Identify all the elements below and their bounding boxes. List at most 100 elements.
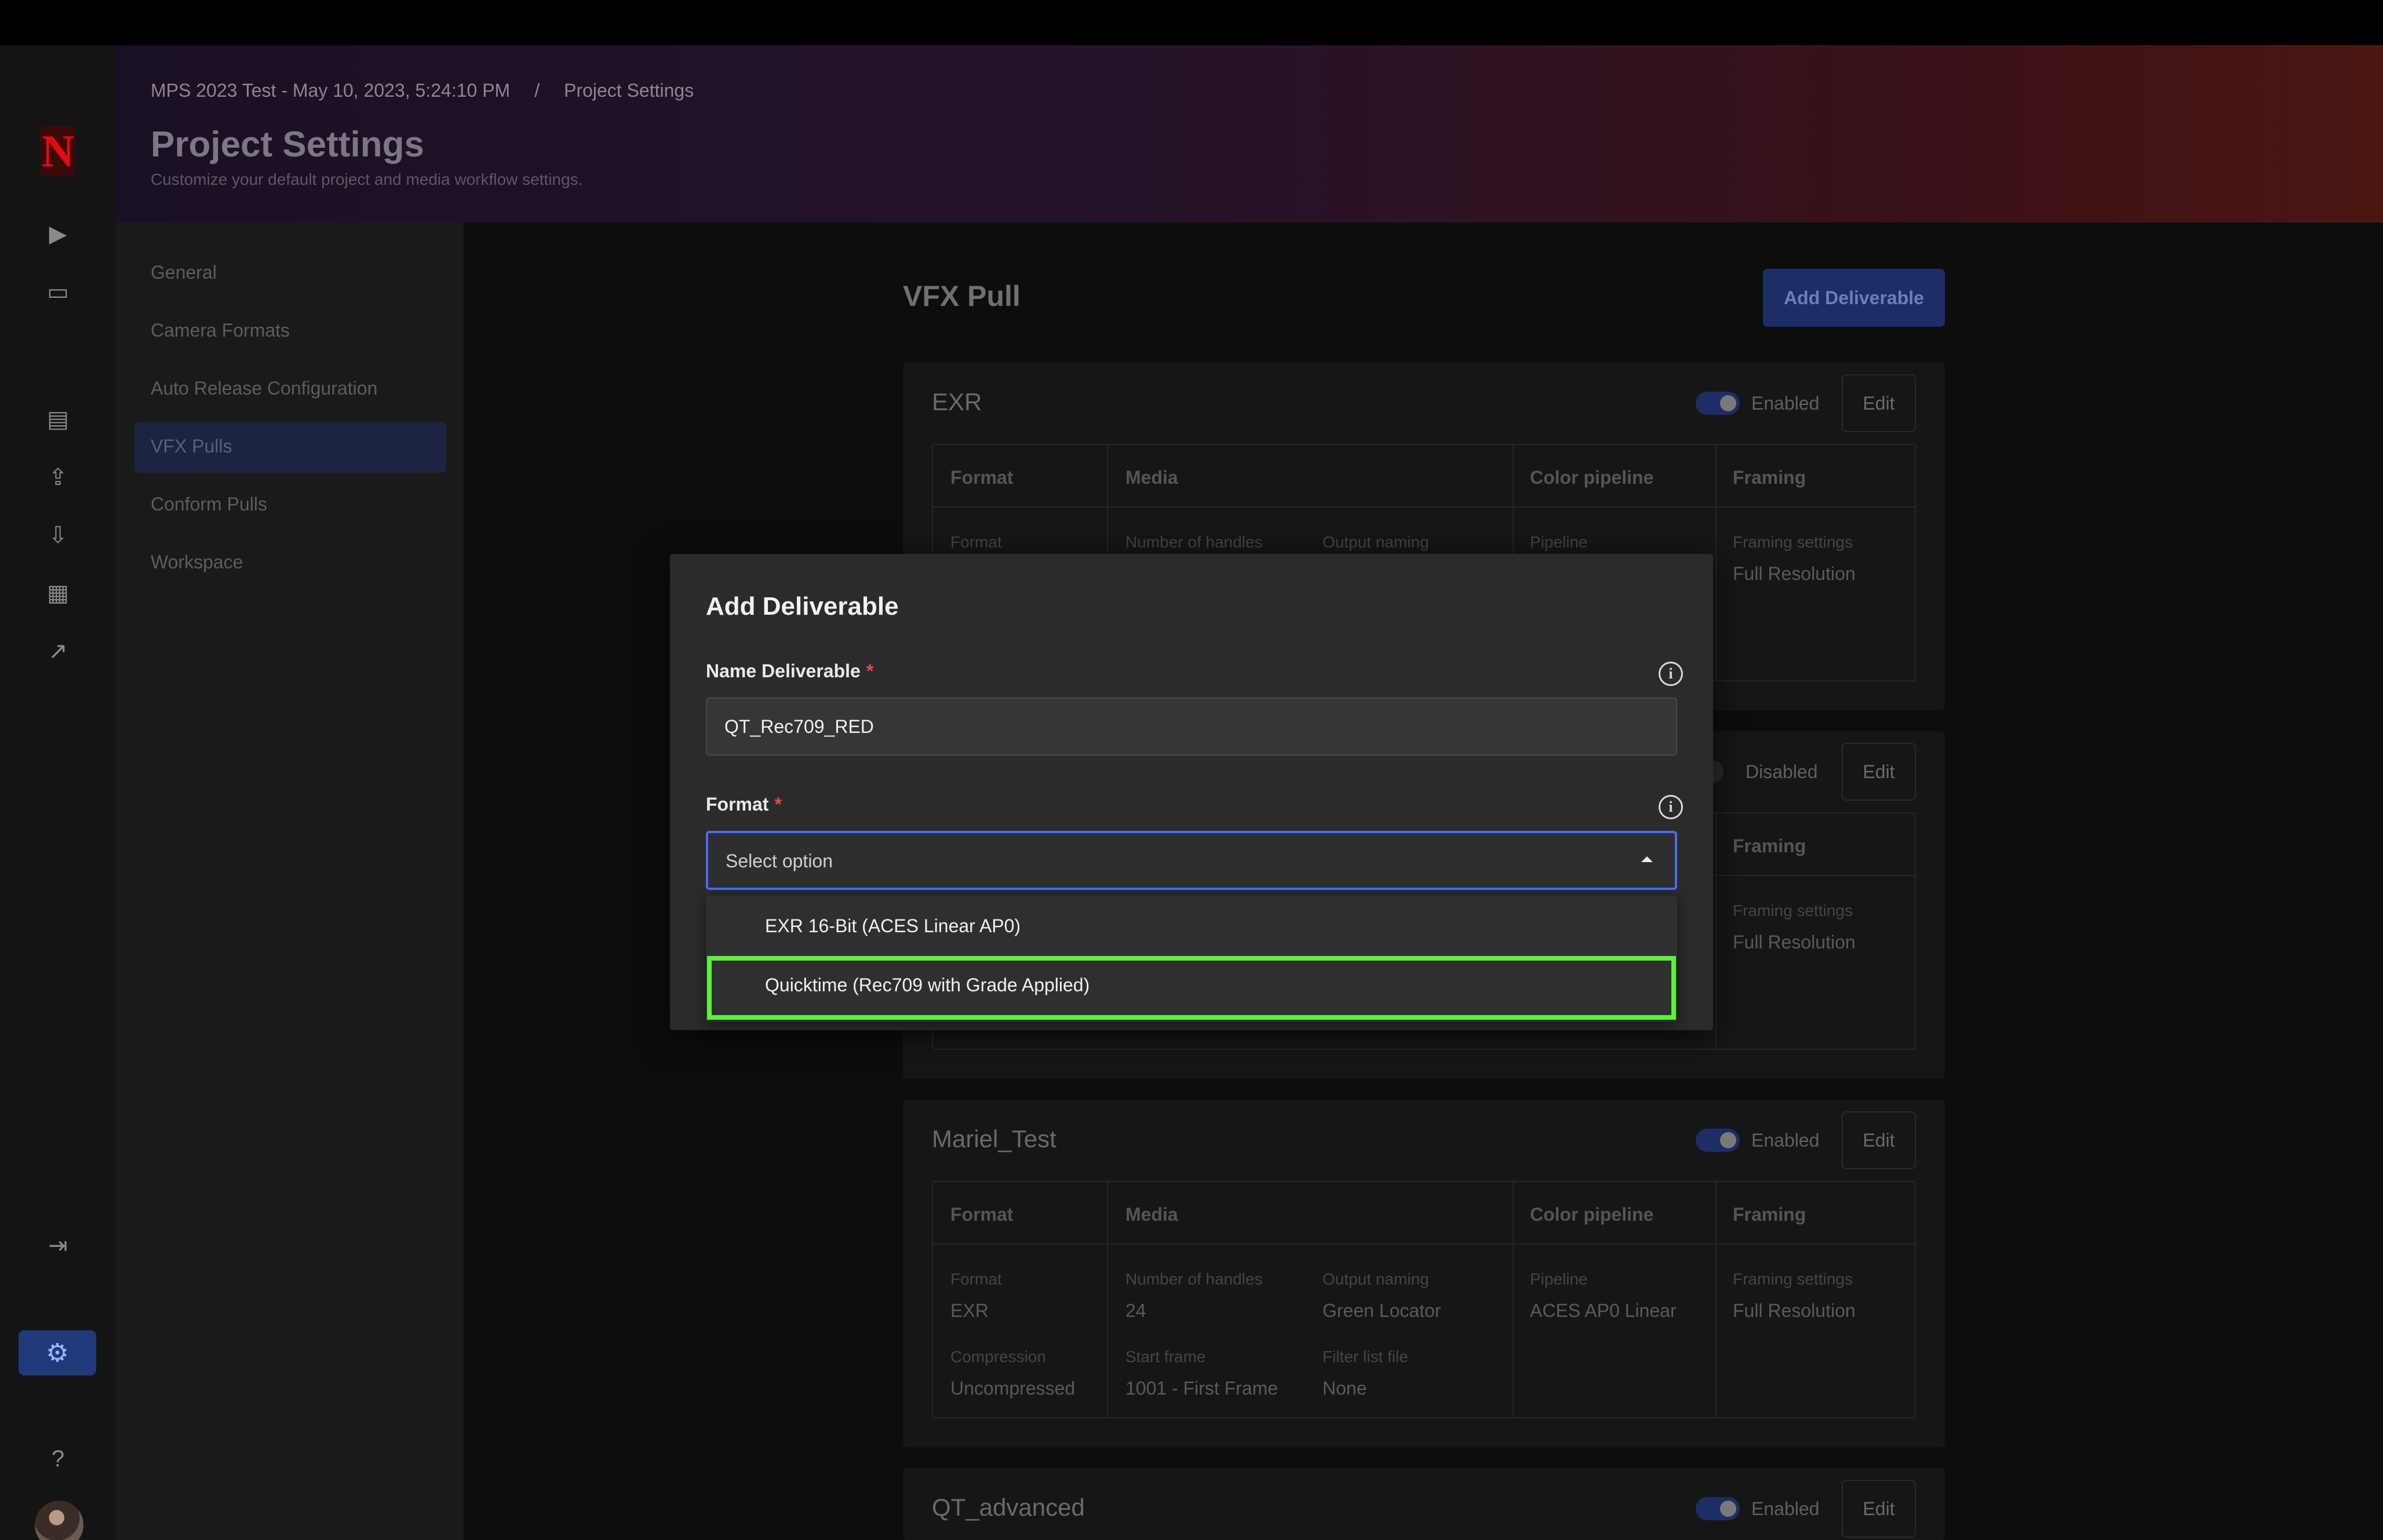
nav-item-vfx-pulls[interactable]: VFX Pulls bbox=[151, 436, 232, 457]
enabled-toggle[interactable] bbox=[1696, 1497, 1740, 1520]
label-compression: Compression bbox=[950, 1348, 1046, 1366]
download-icon[interactable]: ⇩ bbox=[44, 521, 72, 549]
status-text: Enabled bbox=[1751, 1498, 1820, 1519]
edit-button[interactable]: Edit bbox=[1842, 374, 1916, 432]
avatar[interactable] bbox=[35, 1501, 83, 1540]
value-start-frame: 1001 - First Frame bbox=[1125, 1378, 1278, 1399]
arrow-icon[interactable]: ↗ bbox=[44, 637, 72, 665]
value-framing: Full Resolution bbox=[1733, 563, 1856, 584]
label-start-frame: Start frame bbox=[1125, 1348, 1206, 1366]
page-title: Project Settings bbox=[151, 125, 424, 165]
label-framing: Framing settings bbox=[1733, 902, 1853, 919]
icon-rail: N ▶ ▭ ▤ ⇪ ⇩ ▦ ↗ ⇥ ⚙ ? bbox=[0, 45, 116, 1540]
name-deliverable-input[interactable] bbox=[706, 698, 1677, 756]
col-divider bbox=[1107, 1182, 1108, 1417]
help-icon[interactable]: ? bbox=[44, 1445, 72, 1473]
enabled-toggle[interactable] bbox=[1696, 1129, 1740, 1152]
play-icon[interactable]: ▶ bbox=[44, 220, 72, 248]
value-filter-list: None bbox=[1322, 1378, 1367, 1399]
value-naming: Green Locator bbox=[1322, 1300, 1441, 1321]
gear-icon[interactable]: ⚙ bbox=[19, 1330, 96, 1375]
edit-button[interactable]: Edit bbox=[1842, 743, 1916, 801]
nav-item-general[interactable]: General bbox=[151, 262, 217, 283]
edit-button[interactable]: Edit bbox=[1842, 1111, 1916, 1169]
col-divider bbox=[1715, 445, 1717, 680]
col-color-pipeline: Color pipeline bbox=[1530, 1204, 1654, 1225]
nav-item-camera-formats[interactable]: Camera Formats bbox=[151, 320, 290, 341]
label-handles: Number of handles bbox=[1125, 533, 1263, 551]
nav-item-conform-pulls[interactable]: Conform Pulls bbox=[151, 494, 267, 515]
required-marker: * bbox=[866, 660, 874, 681]
info-icon[interactable]: i bbox=[1659, 662, 1683, 686]
value-handles: 24 bbox=[1125, 1300, 1146, 1321]
settings-nav: General Camera Formats Auto Release Conf… bbox=[116, 222, 464, 1540]
col-media: Media bbox=[1125, 467, 1178, 488]
col-format: Format bbox=[950, 467, 1014, 488]
status-text: Disabled bbox=[1746, 761, 1818, 782]
value-framing: Full Resolution bbox=[1733, 932, 1856, 953]
name-label-text: Name Deliverable bbox=[706, 660, 861, 681]
col-divider bbox=[1513, 1182, 1514, 1417]
page-subtitle: Customize your default project and media… bbox=[151, 170, 583, 188]
card-name: QT_advanced bbox=[932, 1494, 1085, 1521]
value-compression: Uncompressed bbox=[950, 1378, 1076, 1399]
value-format: EXR bbox=[950, 1300, 989, 1321]
label-naming: Output naming bbox=[1322, 533, 1429, 551]
calendar-icon[interactable]: ▦ bbox=[44, 579, 72, 607]
breadcrumb-project[interactable]: MPS 2023 Test - May 10, 2023, 5:24:10 PM bbox=[151, 80, 510, 101]
nav-item-auto-release[interactable]: Auto Release Configuration bbox=[151, 378, 377, 399]
status-text: Enabled bbox=[1751, 393, 1820, 414]
add-deliverable-button[interactable]: Add Deliverable bbox=[1763, 269, 1945, 327]
name-deliverable-label: Name Deliverable * bbox=[706, 660, 873, 682]
netflix-logo[interactable]: N bbox=[41, 126, 75, 176]
film-icon[interactable]: ▤ bbox=[44, 406, 72, 433]
card-name: Mariel_Test bbox=[932, 1125, 1056, 1152]
option-quicktime[interactable]: Quicktime (Rec709 with Grade Applied) bbox=[765, 975, 1090, 996]
value-framing: Full Resolution bbox=[1733, 1300, 1856, 1321]
col-framing: Framing bbox=[1733, 467, 1806, 488]
option-exr[interactable]: EXR 16-Bit (ACES Linear AP0) bbox=[765, 915, 1021, 937]
enabled-toggle[interactable] bbox=[1696, 392, 1740, 415]
deliverable-card-mariel-test: Mariel_Test Enabled Edit Format Media Co… bbox=[903, 1100, 1945, 1447]
col-media: Media bbox=[1125, 1204, 1178, 1225]
caret-up-icon bbox=[1641, 856, 1653, 862]
format-label-text: Format bbox=[706, 794, 769, 815]
format-dropdown: EXR 16-Bit (ACES Linear AP0) Quicktime (… bbox=[706, 896, 1677, 1022]
top-bar bbox=[0, 0, 2383, 45]
nav-item-workspace[interactable]: Workspace bbox=[151, 552, 243, 573]
col-format: Format bbox=[950, 1204, 1014, 1225]
col-divider bbox=[1715, 813, 1717, 1049]
info-icon[interactable]: i bbox=[1659, 795, 1683, 819]
format-label: Format * bbox=[706, 794, 782, 815]
format-select[interactable]: Select option bbox=[706, 831, 1677, 890]
label-format: Format bbox=[950, 533, 1002, 551]
col-divider bbox=[1715, 1182, 1717, 1417]
status-text: Enabled bbox=[1751, 1130, 1820, 1151]
label-naming: Output naming bbox=[1322, 1270, 1429, 1288]
label-pipeline: Pipeline bbox=[1530, 533, 1588, 551]
label-pipeline: Pipeline bbox=[1530, 1270, 1588, 1288]
card-name: EXR bbox=[932, 388, 982, 415]
modal-title: Add Deliverable bbox=[706, 592, 899, 621]
card-details-grid: Format Media Color pipeline Framing Form… bbox=[932, 1181, 1916, 1418]
required-marker: * bbox=[774, 794, 782, 815]
label-framing: Framing settings bbox=[1733, 1270, 1853, 1288]
value-pipeline: ACES AP0 Linear bbox=[1530, 1300, 1677, 1321]
edit-button[interactable]: Edit bbox=[1842, 1480, 1916, 1538]
label-filter-list: Filter list file bbox=[1322, 1348, 1408, 1366]
folder-icon[interactable]: ▭ bbox=[44, 278, 72, 306]
select-placeholder: Select option bbox=[726, 851, 833, 871]
col-framing: Framing bbox=[1733, 1204, 1806, 1225]
col-framing: Framing bbox=[1733, 835, 1806, 856]
col-color-pipeline: Color pipeline bbox=[1530, 467, 1654, 488]
upload-icon[interactable]: ⇪ bbox=[44, 464, 72, 491]
collapse-icon[interactable]: ⇥ bbox=[44, 1232, 72, 1260]
label-format: Format bbox=[950, 1270, 1002, 1288]
deliverable-card-qt-advanced: QT_advanced Enabled Edit bbox=[903, 1468, 1945, 1540]
breadcrumb-separator: / bbox=[534, 80, 540, 101]
page-header: MPS 2023 Test - May 10, 2023, 5:24:10 PM… bbox=[116, 45, 2383, 222]
label-handles: Number of handles bbox=[1125, 1270, 1263, 1288]
breadcrumb-current: Project Settings bbox=[564, 80, 694, 101]
label-framing: Framing settings bbox=[1733, 533, 1853, 551]
section-title: VFX Pull bbox=[903, 280, 1021, 312]
